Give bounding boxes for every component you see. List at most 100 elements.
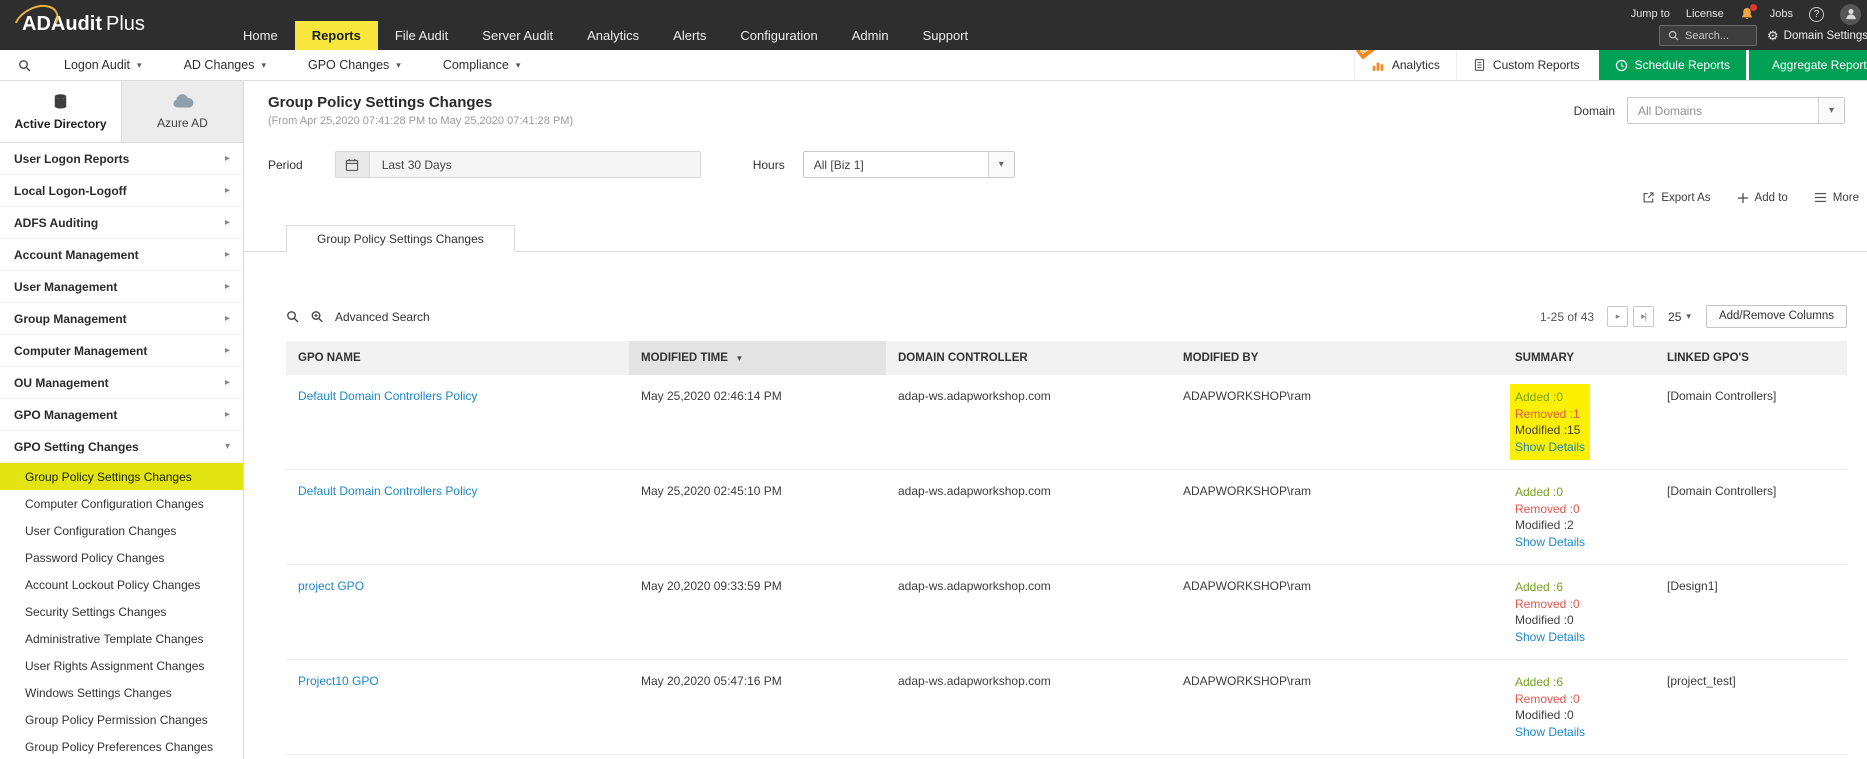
chevron-down-icon: ▾	[515, 59, 521, 70]
clock-icon	[1615, 59, 1627, 71]
document-icon	[1474, 59, 1485, 71]
nav-item-admin[interactable]: Admin	[835, 21, 906, 50]
topbar-right: Jump to License Jobs ? Search... ⚙ Domai…	[1631, 0, 1867, 47]
side-item-label: GPO Setting Changes	[14, 439, 139, 454]
sidebar-item-local-logon-logoff[interactable]: Local Logon-Logoff ▸	[0, 175, 243, 207]
hours-select[interactable]: All [Biz 1] ▾	[802, 151, 1015, 178]
report-search-icon[interactable]	[18, 59, 43, 72]
gpo-name-link[interactable]: Default Domain Controllers Policy	[298, 484, 477, 498]
show-details-link[interactable]: Show Details	[1515, 725, 1585, 739]
nav-item-home[interactable]: Home	[226, 21, 295, 50]
next-page-button[interactable]: ▸	[1607, 306, 1629, 327]
sidebar-item-gpo-setting-changes[interactable]: GPO Setting Changes ▾	[0, 431, 243, 463]
add-to-button[interactable]: Add to	[1737, 192, 1788, 204]
page-size-select[interactable]: 25 ▾	[1668, 310, 1691, 324]
sidebar-item-group-management[interactable]: Group Management ▸	[0, 303, 243, 335]
add-remove-columns-button[interactable]: Add/Remove Columns	[1705, 305, 1847, 328]
sidebar-subitem-group-policy-settings-changes[interactable]: Group Policy Settings Changes	[0, 463, 243, 490]
sidebar-subitem-administrative-template-changes[interactable]: Administrative Template Changes	[0, 625, 243, 652]
tab-group-policy-settings-changes[interactable]: Group Policy Settings Changes	[286, 225, 515, 252]
sidebar-item-account-management[interactable]: Account Management ▸	[0, 239, 243, 271]
gpo-name-link[interactable]: Project10 GPO	[298, 674, 379, 688]
app-logo[interactable]: ADAudit Plus	[7, 0, 145, 49]
menu-compliance[interactable]: Compliance ▾	[422, 58, 542, 72]
advanced-search-icon[interactable]	[310, 310, 324, 323]
domain-settings-button[interactable]: ⚙ Domain Settings	[1767, 29, 1867, 42]
nav-item-reports[interactable]: Reports	[294, 21, 378, 50]
help-icon[interactable]: ?	[1809, 6, 1824, 22]
col-header-gpo-name[interactable]: GPO NAME	[286, 341, 629, 375]
sidebar-subitem-group-policy-preferences-changes[interactable]: Group Policy Preferences Changes	[0, 733, 243, 759]
sidebar-subitem-user-rights-assignment-changes[interactable]: User Rights Assignment Changes	[0, 652, 243, 679]
nav-item-file-audit[interactable]: File Audit	[378, 21, 465, 50]
col-header-modified-by[interactable]: MODIFIED BY	[1171, 341, 1503, 375]
nav-item-support[interactable]: Support	[906, 21, 986, 50]
show-details-link[interactable]: Show Details	[1515, 535, 1585, 549]
side-item-label: User Management	[14, 279, 118, 294]
period-input[interactable]: Last 30 Days	[334, 151, 701, 178]
chevron-down-icon: ▾	[396, 59, 401, 70]
export-as-button[interactable]: Export As	[1642, 191, 1711, 204]
license-link[interactable]: License	[1686, 8, 1724, 20]
side-item-label: Local Logon-Logoff	[14, 183, 127, 198]
more-button[interactable]: More	[1814, 192, 1859, 204]
tab-active-directory[interactable]: Active Directory	[0, 81, 121, 142]
col-header-linked-gpos[interactable]: LINKED GPO'S	[1655, 341, 1847, 375]
more-menu-icon	[1814, 192, 1826, 203]
jump-to-link[interactable]: Jump to	[1631, 8, 1670, 20]
col-header-summary[interactable]: SUMMARY	[1503, 341, 1655, 375]
analytics-menu-item[interactable]: NEW Analytics	[1353, 37, 1456, 80]
content-area: Active Directory Azure AD User Logon Rep…	[0, 81, 1867, 759]
action-label: More	[1832, 191, 1859, 204]
show-details-link[interactable]: Show Details	[1515, 440, 1585, 454]
gpo-name-link[interactable]: Default Domain Controllers Policy	[298, 389, 477, 403]
menubar-right: NEW Analytics Custom Reports Schedule Re…	[1353, 37, 1867, 80]
global-search-button[interactable]: Search...	[1659, 25, 1757, 46]
domain-select[interactable]: All Domains ▾	[1627, 97, 1845, 124]
sidebar-subitem-password-policy-changes[interactable]: Password Policy Changes	[0, 544, 243, 571]
sidebar-item-adfs-auditing[interactable]: ADFS Auditing ▸	[0, 207, 243, 239]
aggregate-report-button[interactable]: Aggregate Report	[1749, 50, 1867, 80]
nav-item-server-audit[interactable]: Server Audit	[465, 21, 570, 50]
sidebar-item-gpo-management[interactable]: GPO Management ▸	[0, 399, 243, 431]
sidebar-subitem-group-policy-permission-changes[interactable]: Group Policy Permission Changes	[0, 706, 243, 733]
menu-gpo-changes[interactable]: GPO Changes ▾	[287, 58, 422, 72]
analytics-label: Analytics	[1391, 58, 1440, 72]
nav-item-configuration[interactable]: Configuration	[723, 21, 834, 50]
search-icon[interactable]	[286, 310, 299, 323]
side-item-label: OU Management	[14, 375, 109, 390]
nav-item-label: Home	[243, 28, 278, 43]
sidebar-item-user-management[interactable]: User Management ▸	[0, 271, 243, 303]
page-size-value: 25	[1668, 309, 1682, 324]
custom-reports-menu-item[interactable]: Custom Reports	[1455, 50, 1596, 80]
user-avatar[interactable]	[1840, 3, 1861, 25]
last-page-button[interactable]: ▸|	[1633, 306, 1655, 327]
sidebar-subitem-computer-configuration-changes[interactable]: Computer Configuration Changes	[0, 490, 243, 517]
side-item-label: Account Management	[14, 247, 139, 262]
nav-item-alerts[interactable]: Alerts	[656, 21, 723, 50]
notifications-bell-icon[interactable]	[1740, 4, 1757, 21]
sidebar-item-ou-management[interactable]: OU Management ▸	[0, 367, 243, 399]
pagination-range: 1-25 of 43	[1540, 309, 1595, 324]
sidebar-subitem-user-configuration-changes[interactable]: User Configuration Changes	[0, 517, 243, 544]
modified-time-cell: May 25,2020 02:46:14 PM	[629, 375, 886, 470]
gpo-name-link[interactable]: project GPO	[298, 579, 364, 593]
schedule-reports-button[interactable]: Schedule Reports	[1598, 50, 1746, 80]
col-header-domain-controller[interactable]: DOMAIN CONTROLLER	[886, 341, 1171, 375]
sidebar-item-computer-management[interactable]: Computer Management ▸	[0, 335, 243, 367]
sidebar-item-user-logon-reports[interactable]: User Logon Reports ▸	[0, 143, 243, 175]
nav-item-analytics[interactable]: Analytics	[570, 21, 656, 50]
sidebar-subitem-account-lockout-policy-changes[interactable]: Account Lockout Policy Changes	[0, 571, 243, 598]
advanced-search-label[interactable]: Advanced Search	[335, 310, 430, 324]
menu-ad-changes[interactable]: AD Changes ▾	[163, 58, 287, 72]
show-details-link[interactable]: Show Details	[1515, 630, 1585, 644]
jobs-link[interactable]: Jobs	[1770, 8, 1793, 20]
menu-logon-audit[interactable]: Logon Audit ▾	[43, 58, 163, 72]
sidebar-subitem-windows-settings-changes[interactable]: Windows Settings Changes	[0, 679, 243, 706]
search-label: Search...	[1685, 29, 1730, 42]
domain-controller-cell: adap-ws.adapworkshop.com	[886, 375, 1171, 470]
tab-azure-ad[interactable]: Azure AD	[121, 81, 243, 142]
sidebar-subitem-security-settings-changes[interactable]: Security Settings Changes	[0, 598, 243, 625]
col-header-modified-time[interactable]: MODIFIED TIME ▾	[629, 341, 886, 375]
calendar-icon[interactable]	[335, 152, 370, 177]
